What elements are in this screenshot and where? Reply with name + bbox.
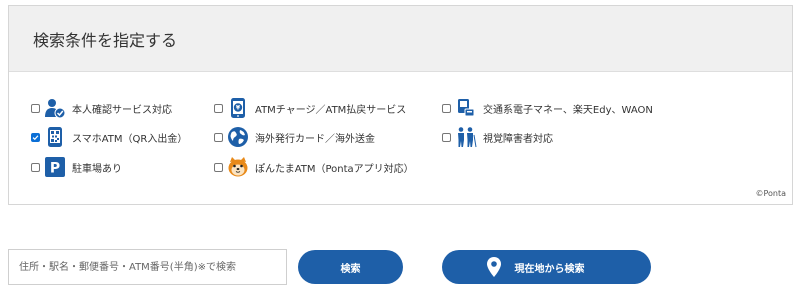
id-verification-icon — [44, 97, 66, 119]
option-smartphone-atm[interactable]: スマホATM（QR入出金） — [31, 126, 187, 148]
search-conditions-panel: 検索条件を指定する 本人確認サービス対応 ¥ ATMチャージ／ATM払戻サービス… — [8, 5, 793, 205]
option-atm-charge[interactable]: ¥ ATMチャージ／ATM払戻サービス — [214, 97, 406, 119]
search-button-label: 検索 — [340, 263, 361, 275]
checkbox-checked[interactable] — [31, 132, 40, 142]
checkbox[interactable] — [214, 103, 223, 113]
option-parking[interactable]: P 駐車場あり — [31, 156, 122, 178]
checkbox[interactable] — [442, 103, 451, 113]
option-label: 交通系電子マネー、楽天Edy、WAON — [483, 104, 653, 116]
svg-text:P: P — [50, 161, 60, 177]
ponta-character-icon — [227, 156, 249, 178]
option-label: 海外発行カード／海外送金 — [255, 133, 375, 145]
checkbox[interactable] — [31, 162, 40, 172]
ic-card-reader-icon — [455, 97, 477, 119]
location-button-label: 現在地から検索 — [514, 263, 585, 275]
copyright-credit: ©Ponta — [755, 189, 786, 198]
search-from-current-location-button[interactable]: 現在地から検索 — [442, 250, 651, 284]
option-id-verification[interactable]: 本人確認サービス対応 — [31, 97, 172, 119]
checkbox[interactable] — [442, 132, 451, 142]
option-label: 駐車場あり — [72, 163, 122, 175]
filter-options: 本人確認サービス対応 ¥ ATMチャージ／ATM払戻サービス 交通系電子マネー、… — [9, 72, 792, 204]
checkbox[interactable] — [31, 103, 40, 113]
panel-title: 検索条件を指定する — [9, 6, 792, 72]
smartphone-atm-charge-icon: ¥ — [227, 97, 249, 119]
visually-impaired-icon — [455, 126, 477, 148]
smartphone-qr-icon — [44, 126, 66, 148]
option-label: 視覚障害者対応 — [483, 133, 553, 145]
option-pontama-atm[interactable]: ぽんたまATM（Pontaアプリ対応） — [214, 156, 414, 178]
globe-icon — [227, 126, 249, 148]
location-pin-icon — [486, 257, 501, 277]
option-visually-impaired[interactable]: 視覚障害者対応 — [442, 126, 553, 148]
option-label: ぽんたまATM（Pontaアプリ対応） — [255, 163, 414, 175]
search-input[interactable] — [8, 249, 287, 285]
option-overseas-card[interactable]: 海外発行カード／海外送金 — [214, 126, 375, 148]
search-button[interactable]: 検索 — [298, 250, 403, 284]
checkbox[interactable] — [214, 162, 223, 172]
option-label: ATMチャージ／ATM払戻サービス — [255, 104, 407, 116]
parking-icon: P — [44, 156, 66, 178]
checkbox[interactable] — [214, 132, 223, 142]
option-label: 本人確認サービス対応 — [72, 104, 172, 116]
option-label: スマホATM（QR入出金） — [72, 133, 188, 145]
option-e-money[interactable]: 交通系電子マネー、楽天Edy、WAON — [442, 97, 653, 119]
